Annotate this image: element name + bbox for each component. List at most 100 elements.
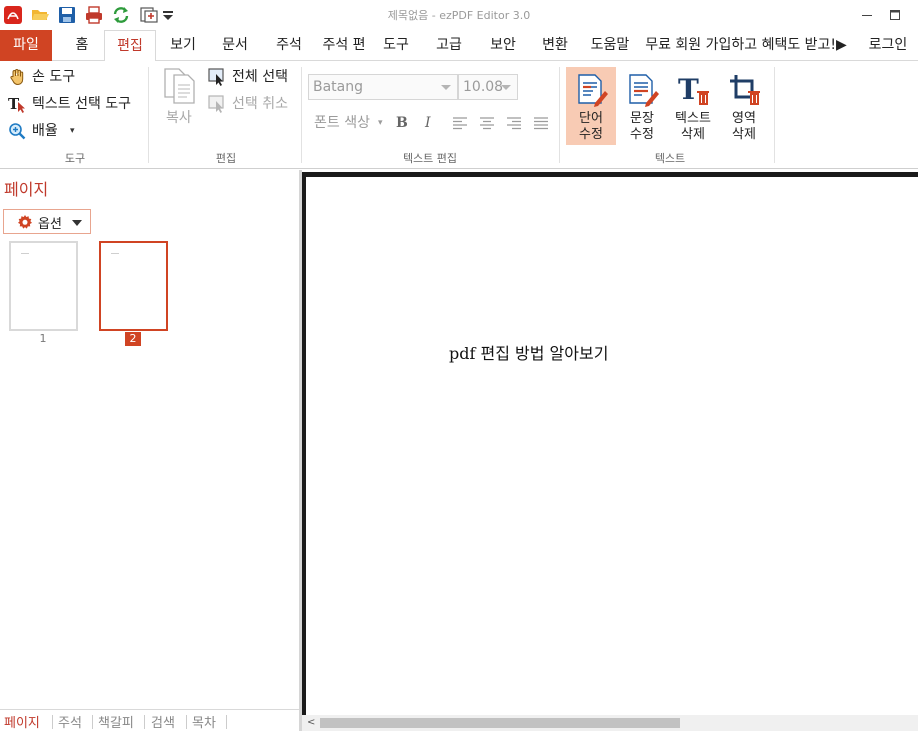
scroll-left-icon[interactable]: < [307, 718, 315, 728]
tab-security[interactable]: 보안 [480, 30, 526, 61]
text-edit-group-label: 텍스트 편집 [402, 152, 458, 165]
chevron-down-icon [72, 220, 82, 226]
page-number: 1 [39, 332, 47, 345]
tools-group-label: 도구 [64, 152, 86, 165]
word-edit-button[interactable]: 단어 수정 [566, 67, 616, 145]
title-bar: 제목없음 - ezPDF Editor 3.0 [0, 0, 918, 30]
copy-icon [164, 68, 195, 104]
align-justify-icon[interactable] [533, 116, 549, 130]
panel-bottom-tabs: 페이지 주석 책갈피 검색 목차 [0, 709, 300, 731]
text-delete-label-1: 텍스트 [675, 111, 711, 126]
hand-tool-label: 손 도구 [32, 69, 76, 85]
sentence-edit-button[interactable]: 문장 수정 [617, 67, 667, 145]
panel-title: 페이지 [4, 180, 49, 199]
tab-divider [144, 715, 145, 729]
tab-annotations[interactable]: 주석 [58, 712, 82, 731]
zoom-dropdown-icon: ▾ [70, 126, 75, 136]
tab-divider [226, 715, 227, 729]
sentence-edit-icon [629, 74, 659, 107]
select-all-label: 전체 선택 [232, 69, 288, 85]
page-thumbnail-selected[interactable] [99, 241, 168, 331]
select-all-icon [208, 68, 224, 86]
horizontal-scrollbar[interactable]: < [302, 715, 918, 731]
thumbnail-text-mark [21, 253, 29, 254]
font-color-label: 폰트 색상 [314, 115, 370, 131]
document-text[interactable]: pdf 편집 방법 알아보기 [449, 340, 608, 364]
tab-tools[interactable]: 도구 [374, 30, 418, 61]
area-delete-button[interactable]: 영역 삭제 [719, 67, 769, 145]
tab-advanced[interactable]: 고급 [426, 30, 472, 61]
tab-edit[interactable]: 편집 [104, 30, 156, 62]
area-delete-label-1: 영역 [732, 111, 756, 126]
deselect-icon [208, 95, 224, 113]
tab-annotation-edit[interactable]: 주석 편 [316, 30, 372, 61]
ribbon-separator [301, 67, 302, 163]
tab-document[interactable]: 문서 [212, 30, 258, 61]
word-edit-label-2: 수정 [579, 127, 603, 142]
text-delete-icon: T [678, 73, 709, 106]
tab-annotation[interactable]: 주석 [266, 30, 312, 61]
chevron-down-icon: ▾ [378, 118, 383, 128]
thumbnail-text-mark [111, 253, 119, 254]
edit-group-label: 편집 [215, 152, 237, 165]
chevron-down-icon [501, 85, 511, 90]
tab-divider [52, 715, 53, 729]
options-label: 옵션 [38, 217, 62, 232]
font-family-value: Batang [313, 79, 364, 95]
document-view[interactable]: pdf 편집 방법 알아보기 [302, 172, 918, 715]
options-button[interactable]: 옵션 [3, 209, 91, 234]
gear-icon [18, 215, 32, 229]
tab-divider [186, 715, 187, 729]
hand-icon [10, 68, 24, 86]
copy-label: 복사 [166, 110, 192, 126]
text-delete-label-2: 삭제 [681, 127, 705, 142]
font-size-select[interactable]: 10.08 [458, 74, 518, 100]
ribbon-separator [559, 67, 560, 163]
tab-help[interactable]: 도움말 [584, 30, 636, 61]
menu-bar: 파일 홈 편집 보기 문서 주석 주석 편 도구 고급 보안 변환 도움말 무료… [0, 30, 918, 62]
ribbon-separator [774, 67, 775, 163]
font-color-button[interactable]: 폰트 색상 ▾ [314, 113, 388, 133]
page-number-selected: 2 [125, 332, 141, 346]
chevron-down-icon [441, 85, 451, 90]
font-size-value: 10.08 [463, 79, 504, 95]
area-delete-icon [730, 75, 760, 105]
maximize-icon[interactable] [885, 6, 905, 24]
tab-file[interactable]: 파일 [0, 30, 52, 61]
copy-button[interactable]: 복사 [158, 67, 204, 131]
page-thumbnail[interactable] [9, 241, 78, 331]
scrollbar-thumb[interactable] [320, 718, 680, 728]
zoom-icon [9, 123, 26, 140]
sentence-edit-label-2: 수정 [630, 127, 654, 142]
area-delete-label-2: 삭제 [732, 127, 756, 142]
text-group-label: 텍스트 [654, 152, 686, 165]
tab-divider [92, 715, 93, 729]
deselect-label: 선택 취소 [232, 96, 288, 112]
tab-toc[interactable]: 목차 [192, 712, 216, 731]
tab-home[interactable]: 홈 [60, 30, 104, 61]
word-edit-label-1: 단어 [579, 111, 603, 126]
zoom-label: 배율 [32, 123, 58, 139]
window-title: 제목없음 - ezPDF Editor 3.0 [387, 9, 531, 22]
italic-button[interactable]: I [425, 113, 431, 133]
bold-button[interactable]: B [396, 113, 408, 133]
tab-view[interactable]: 보기 [160, 30, 206, 61]
promo-link[interactable]: 무료 회원 가입하고 혜택도 받고!▶ [638, 30, 854, 61]
sentence-edit-label-1: 문장 [630, 111, 654, 126]
minimize-icon[interactable] [857, 6, 877, 24]
word-edit-icon [578, 74, 608, 107]
align-left-icon[interactable] [452, 116, 468, 130]
tab-convert[interactable]: 변환 [532, 30, 578, 61]
login-link[interactable]: 로그인 [862, 30, 914, 61]
text-delete-button[interactable]: T 텍스트 삭제 [668, 67, 718, 145]
align-center-icon[interactable] [479, 116, 495, 130]
ribbon: 손 도구 T 텍스트 선택 도구 배율 ▾ 도구 복사 전체 선택 선택 취소 … [0, 61, 918, 169]
tab-search[interactable]: 검색 [151, 712, 175, 731]
tab-pages[interactable]: 페이지 [4, 712, 40, 731]
tab-bookmarks[interactable]: 책갈피 [98, 712, 134, 731]
svg-text:T: T [678, 73, 699, 106]
ribbon-separator [148, 67, 149, 163]
page-panel: 페이지 옵션 1 2 페이지 주석 책갈피 검색 목차 [0, 170, 300, 731]
font-family-select[interactable]: Batang [308, 74, 458, 100]
align-right-icon[interactable] [506, 116, 522, 130]
